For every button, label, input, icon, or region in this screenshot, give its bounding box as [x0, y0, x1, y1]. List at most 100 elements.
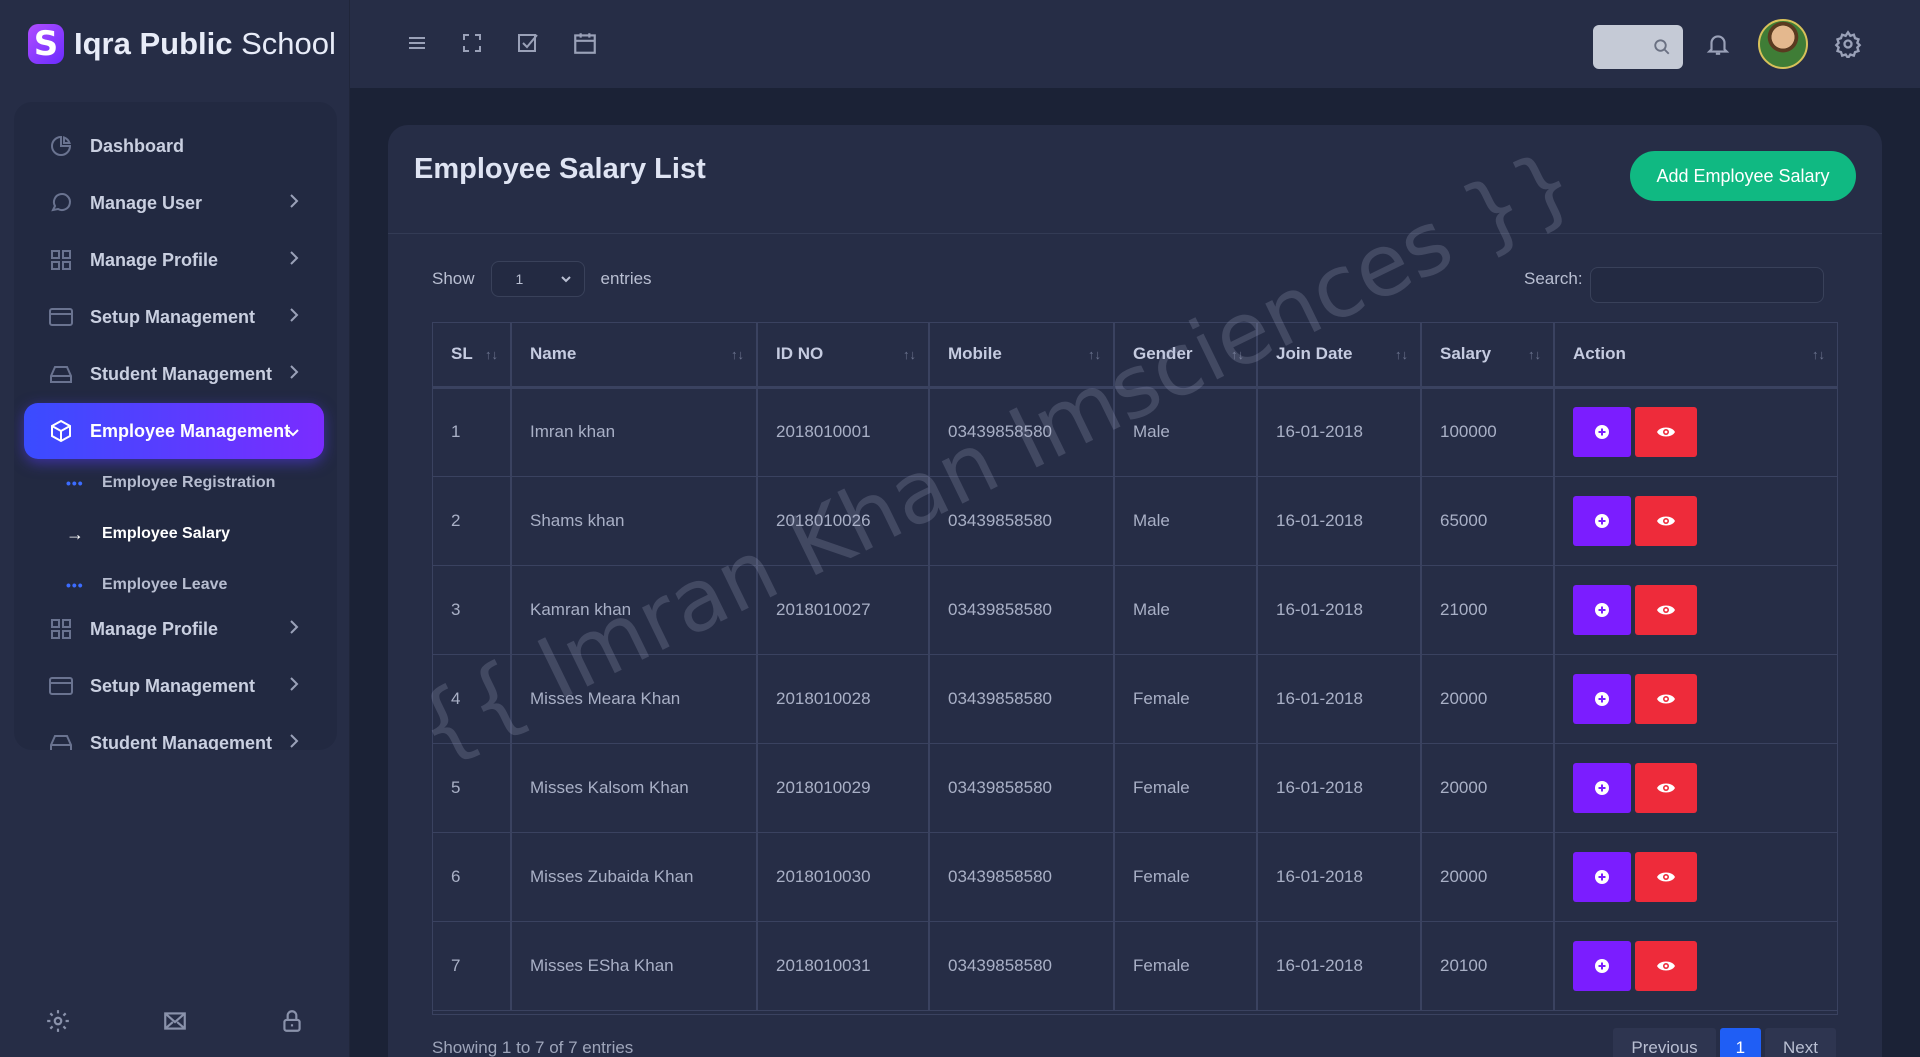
entries-select-value: 1 — [515, 271, 524, 287]
add-salary-button[interactable] — [1573, 584, 1631, 635]
cell-id-no: 2018010001 — [757, 387, 930, 477]
sidebar-menu: Dashboard Manage User Manage Profile Set… — [14, 102, 337, 750]
page-number-button[interactable]: 1 — [1719, 1028, 1762, 1057]
sidebar-subitem-employee-salary[interactable]: → Employee Salary — [66, 519, 230, 549]
view-salary-button[interactable] — [1635, 407, 1697, 457]
cell-mobile: 03439858580 — [929, 476, 1115, 566]
eye-icon — [1657, 783, 1675, 792]
sidebar-item-manage-user[interactable]: Manage User — [24, 175, 324, 231]
mail-icon[interactable] — [162, 1008, 188, 1039]
fullscreen-icon[interactable] — [460, 30, 484, 61]
column-header-salary[interactable]: Salary ↑↓ — [1421, 323, 1555, 389]
bell-icon[interactable] — [1705, 30, 1731, 63]
view-salary-button[interactable] — [1635, 584, 1697, 635]
view-salary-button[interactable] — [1635, 495, 1697, 546]
checkbox-icon[interactable] — [516, 30, 540, 61]
avatar[interactable] — [1758, 19, 1808, 69]
settings-icon[interactable] — [45, 1008, 71, 1039]
add-employee-salary-button[interactable]: Add Employee Salary — [1630, 151, 1856, 201]
table-search-input[interactable] — [1590, 267, 1824, 303]
plus-circle-icon — [1595, 602, 1609, 617]
cell-mobile: 03439858580 — [929, 654, 1115, 744]
cell-join-date: 16-01-2018 — [1257, 654, 1422, 744]
view-salary-button[interactable] — [1635, 851, 1697, 902]
calendar-icon[interactable] — [572, 30, 598, 61]
table-row: 4 Misses Meara Khan 2018010028 03439858580 F… — [433, 654, 1837, 744]
menu-icon[interactable] — [405, 30, 429, 61]
pagination: Previous 1 Next — [1613, 1028, 1836, 1057]
cell-join-date: 16-01-2018 — [1257, 743, 1422, 833]
cell-name: Misses Kalsom Khan — [511, 743, 758, 833]
cell-name: Shams khan — [511, 476, 758, 566]
eye-icon — [1657, 605, 1675, 614]
search-input[interactable] — [1593, 25, 1683, 69]
view-salary-button[interactable] — [1635, 940, 1697, 991]
sidebar-item-label: Student Management — [90, 363, 273, 384]
sidebar-item-label: Employee Management — [90, 420, 291, 441]
drive-icon — [48, 730, 74, 750]
sidebar-subitem-label: Employee Salary — [102, 525, 231, 542]
entries-select[interactable]: 1 — [490, 261, 585, 297]
chevron-right-icon — [288, 619, 300, 640]
cell-gender: Male — [1114, 476, 1258, 566]
cell-action — [1554, 921, 1837, 1011]
cell-join-date: 16-01-2018 — [1257, 832, 1422, 922]
table-row: 7 Misses ESha Khan 2018010031 03439858580 Fe… — [433, 921, 1837, 1011]
chevron-down-icon — [560, 276, 571, 283]
sidebar: S Iqra Public School Dashboard Manage Us… — [0, 0, 350, 1057]
add-salary-button[interactable] — [1573, 495, 1631, 546]
sidebar-item-student-management-2[interactable]: Student Management — [24, 715, 324, 750]
view-salary-button[interactable] — [1635, 673, 1697, 724]
column-header-id-no[interactable]: ID NO ↑↓ — [757, 323, 930, 389]
sidebar-subitem-label: Employee Registration — [102, 474, 276, 491]
sidebar-item-employee-management[interactable]: Employee Management — [24, 403, 324, 459]
column-header-label: ID NO — [776, 344, 824, 364]
sidebar-item-label: Setup Management — [90, 675, 256, 696]
sidebar-item-setup-management[interactable]: Setup Management — [24, 289, 324, 345]
column-header-mobile[interactable]: Mobile ↑↓ — [929, 323, 1115, 389]
add-salary-button[interactable] — [1573, 762, 1631, 813]
chevron-right-icon — [288, 193, 300, 214]
column-header-label: SL — [451, 344, 473, 364]
column-header-join-date[interactable]: Join Date ↑↓ — [1257, 323, 1422, 389]
chevron-right-icon — [288, 676, 300, 697]
table-header-row: SL ↑↓ Name ↑↓ ID NO ↑↓ Mobile ↑↓ Gender ↑↓ Jo… — [433, 323, 1837, 389]
add-salary-button[interactable] — [1573, 940, 1631, 991]
sidebar-item-manage-profile-2[interactable]: Manage Profile — [24, 601, 324, 657]
column-header-action[interactable]: Action ↑↓ — [1554, 323, 1837, 389]
search-label: Search: — [1524, 269, 1583, 288]
cell-action — [1554, 476, 1837, 566]
sidebar-item-setup-management-2[interactable]: Setup Management — [24, 658, 324, 714]
sort-icon: ↑↓ — [903, 347, 916, 362]
cell-salary: 20000 — [1421, 654, 1555, 744]
cell-salary: 20100 — [1421, 921, 1555, 1011]
sidebar-subitem-employee-leave[interactable]: ••• Employee Leave — [66, 570, 227, 600]
view-salary-button[interactable] — [1635, 762, 1697, 813]
column-header-gender[interactable]: Gender ↑↓ — [1114, 323, 1258, 389]
add-salary-button[interactable] — [1573, 851, 1631, 902]
column-header-sl[interactable]: SL ↑↓ — [433, 323, 512, 389]
cell-salary: 20000 — [1421, 743, 1555, 833]
cell-sl: 5 — [433, 743, 512, 833]
gear-icon[interactable] — [1834, 30, 1862, 63]
sidebar-item-dashboard[interactable]: Dashboard — [24, 118, 324, 174]
add-salary-button[interactable] — [1573, 407, 1631, 457]
show-label: Show — [432, 269, 475, 288]
sidebar-subitem-employee-registration[interactable]: ••• Employee Registration — [66, 468, 275, 498]
next-page-button[interactable]: Next — [1765, 1028, 1836, 1057]
column-header-name[interactable]: Name ↑↓ — [511, 323, 758, 389]
previous-page-button[interactable]: Previous — [1613, 1028, 1716, 1057]
cell-mobile: 03439858580 — [929, 387, 1115, 477]
column-header-label: Action — [1573, 344, 1626, 364]
lock-icon[interactable] — [279, 1008, 305, 1039]
eye-icon — [1657, 872, 1675, 881]
add-salary-button[interactable] — [1573, 673, 1631, 724]
brand-name-rest: School — [241, 26, 336, 61]
cell-sl: 7 — [433, 921, 512, 1011]
cell-action — [1554, 387, 1837, 477]
sidebar-item-manage-profile[interactable]: Manage Profile — [24, 232, 324, 288]
cell-mobile: 03439858580 — [929, 832, 1115, 922]
sidebar-item-student-management[interactable]: Student Management — [24, 346, 324, 402]
sort-icon: ↑↓ — [1812, 347, 1825, 362]
brand[interactable]: S Iqra Public School — [28, 22, 336, 66]
